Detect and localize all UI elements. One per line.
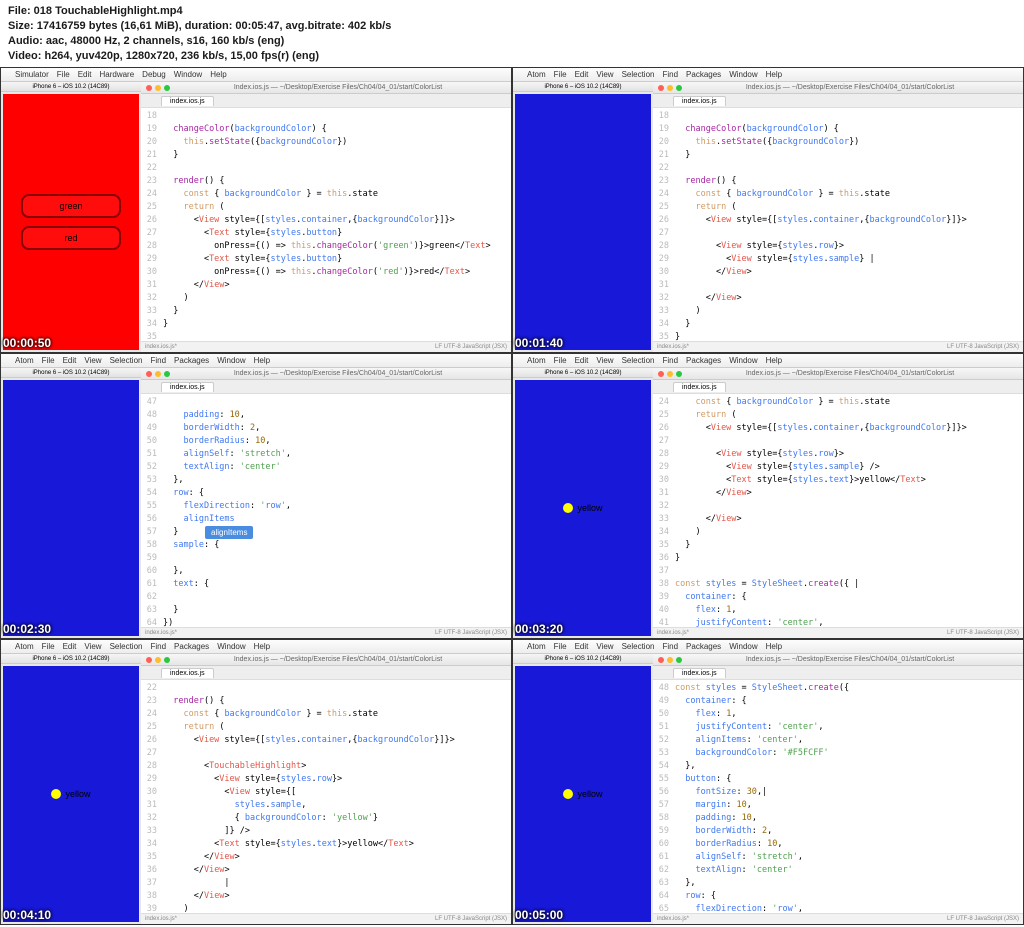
file-info-header: File: 018 TouchableHighlight.mp4 Size: 1… [0,0,1024,67]
size-line: Size: 17416759 bytes (16,61 MiB), durati… [8,19,1016,34]
color-sample [563,503,573,513]
frame-6: AtomFileEditViewSelectionFindPackagesWin… [512,639,1024,925]
editor-window: Index.ios.js — ~/Desktop/Exercise Files/… [141,82,511,352]
frame-3: AtomFileEditViewSelectionFindPackagesWin… [0,353,512,639]
menubar[interactable]: AtomFileEditViewSelectionFindPackagesWin… [513,68,1023,82]
timestamp: 00:00:50 [3,336,51,350]
color-sample [563,789,573,799]
red-button[interactable]: red [21,226,121,250]
frame-5: AtomFileEditViewSelectionFindPackagesWin… [0,639,512,925]
autocomplete-popup[interactable]: alignItems [205,526,253,539]
phone-screen[interactable] [515,94,651,350]
file-tab[interactable]: index.ios.js [161,96,214,106]
file-line: File: 018 TouchableHighlight.mp4 [8,4,1016,19]
color-label: yellow [577,503,602,513]
color-sample [51,789,61,799]
frame-1: Simulator File Edit Hardware Debug Windo… [0,67,512,353]
video-line: Video: h264, yuv420p, 1280x720, 236 kb/s… [8,49,1016,64]
simulator-window: iPhone 6 – iOS 10.2 (14C89) [513,82,653,352]
frame-4: AtomFileEditViewSelectionFindPackagesWin… [512,353,1024,639]
simulator-window: iPhone 6 – iOS 10.2 (14C89) green red [1,82,141,352]
green-button[interactable]: green [21,194,121,218]
phone-screen[interactable]: green red [3,94,139,350]
audio-line: Audio: aac, 48000 Hz, 2 channels, s16, 1… [8,34,1016,49]
thumbnail-grid: Simulator File Edit Hardware Debug Windo… [0,67,1024,925]
code-area[interactable]: 1819 changeColor(backgroundColor) {20 th… [141,108,511,341]
frame-2: AtomFileEditViewSelectionFindPackagesWin… [512,67,1024,353]
menubar[interactable]: Simulator File Edit Hardware Debug Windo… [1,68,511,82]
editor-title: Index.ios.js — ~/Desktop/Exercise Files/… [170,84,506,91]
sim-title: iPhone 6 – iOS 10.2 (14C89) [1,82,141,92]
